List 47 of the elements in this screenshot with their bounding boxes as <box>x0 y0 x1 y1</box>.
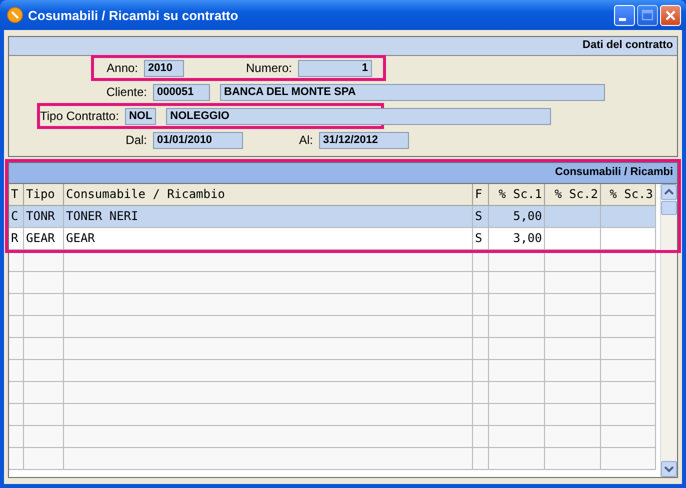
empty-cell <box>545 228 601 250</box>
app-icon <box>7 7 23 23</box>
column-header[interactable]: Tipo <box>24 184 64 206</box>
table-cell: GEAR <box>64 228 473 250</box>
close-button[interactable] <box>660 4 681 26</box>
vertical-scrollbar[interactable] <box>660 184 677 477</box>
field-label: Al: <box>298 133 314 147</box>
column-header[interactable]: % Sc.2 <box>545 184 601 206</box>
column-header[interactable]: Consumabile / Ricambio <box>64 184 473 206</box>
scroll-up-button[interactable] <box>661 184 677 200</box>
maximize-button[interactable] <box>637 4 658 26</box>
scroll-thumb[interactable] <box>661 201 677 215</box>
table-cell: GEAR <box>24 228 64 250</box>
input-field[interactable]: 31/12/2012 <box>319 132 409 148</box>
field-label: Anno: <box>106 61 139 75</box>
field-label: Cliente: <box>105 85 148 99</box>
column-header[interactable]: % Sc.1 <box>489 184 545 206</box>
empty-cell <box>601 228 656 250</box>
scroll-down-button[interactable] <box>661 461 677 477</box>
input-field[interactable]: NOL <box>124 108 156 124</box>
table-cell: 3,00 <box>489 228 545 250</box>
input-field[interactable]: BANCA DEL MONTE SPA <box>220 84 605 100</box>
input-field[interactable]: NOLEGGIO <box>166 108 552 124</box>
column-header[interactable]: % Sc.3 <box>601 184 656 206</box>
panel-title: Dati del contratto <box>9 37 677 56</box>
table-cell: 5,00 <box>489 206 545 228</box>
column-header[interactable]: F <box>473 184 489 206</box>
field-label: Dal: <box>124 133 148 147</box>
chevron-down-icon <box>663 464 675 474</box>
table-cell: S <box>473 206 489 228</box>
column-header[interactable]: T <box>9 184 24 206</box>
input-field[interactable]: 01/01/2010 <box>153 132 243 148</box>
chevron-up-icon <box>663 187 675 197</box>
table-cell: TONER NERI <box>64 206 473 228</box>
table-cell: C <box>9 206 24 228</box>
table-cell: R <box>9 228 24 250</box>
panel-title: Consumabili / Ricambi <box>9 163 677 184</box>
minimize-icon <box>619 18 626 20</box>
window-title: Cosumabili / Ricambi su contratto <box>28 8 240 22</box>
input-field[interactable]: 2010 <box>144 60 184 76</box>
input-field[interactable]: 000051 <box>153 84 210 100</box>
minimize-button[interactable] <box>614 4 635 26</box>
input-field[interactable]: 1 <box>298 60 372 76</box>
field-label: Numero: <box>244 61 293 75</box>
table-cell: TONR <box>24 206 64 228</box>
field-label: Tipo Contratto: <box>40 109 120 123</box>
table-cell: S <box>473 228 489 250</box>
